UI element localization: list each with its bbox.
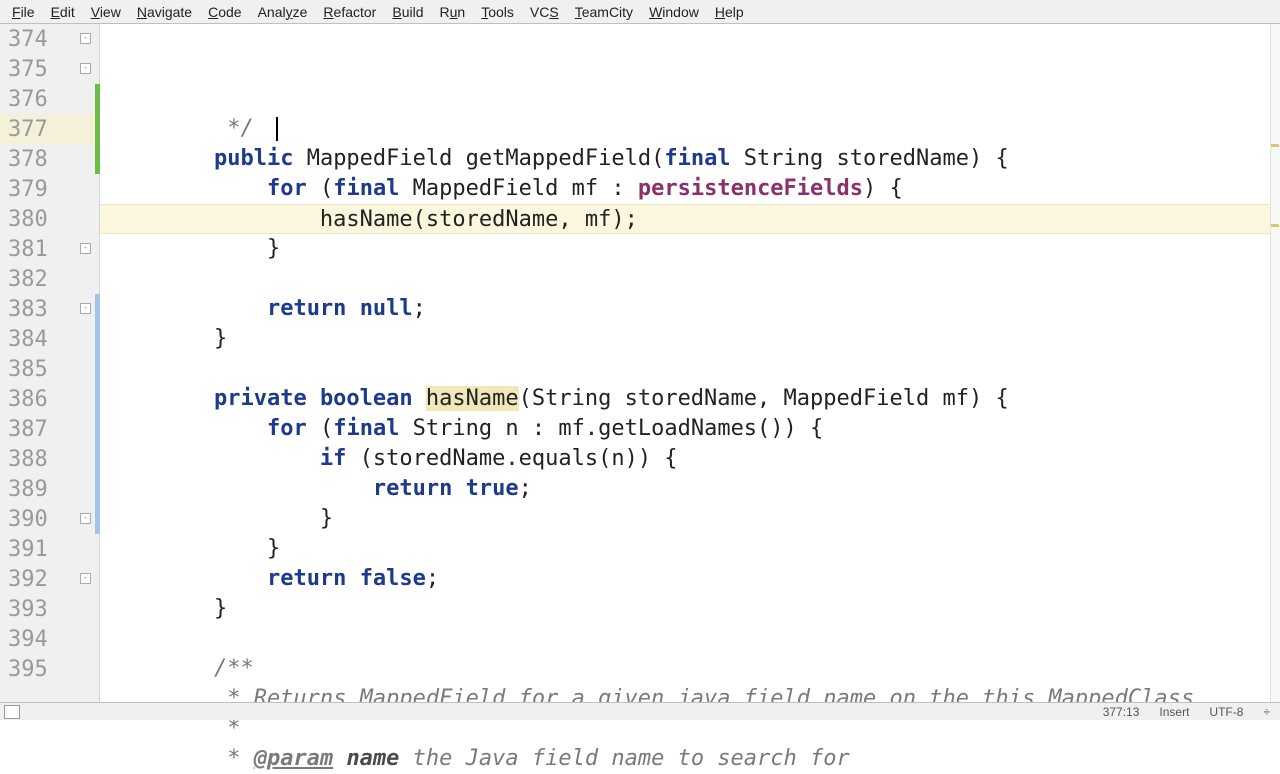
fold-icon[interactable]: - [80,513,91,524]
code-content[interactable]: */ public MappedField getMappedField(fin… [100,24,1280,702]
menu-code[interactable]: Code [200,2,249,22]
code-line[interactable] [100,624,1280,654]
gutter-line[interactable]: 375- [0,54,99,84]
code-line[interactable] [100,264,1280,294]
gutter-line[interactable]: 395 [0,654,99,684]
code-line[interactable]: return true; [100,474,1280,504]
menu-window[interactable]: Window [641,2,707,22]
code-line[interactable]: * @param name the Java field name to sea… [100,744,1280,774]
gutter-line[interactable]: 390- [0,504,99,534]
gutter-line[interactable]: 389 [0,474,99,504]
fold-icon[interactable]: - [80,303,91,314]
code-line[interactable]: } [100,324,1280,354]
gutter-line[interactable]: 384 [0,324,99,354]
gutter: 374-375-376377378379380381-382383-384385… [0,24,100,702]
menu-vcs[interactable]: VCS [522,2,567,22]
menu-refactor[interactable]: Refactor [315,2,384,22]
code-line[interactable]: hasName(storedName, mf); [100,204,1280,234]
gutter-line[interactable]: 393 [0,594,99,624]
code-line[interactable]: } [100,234,1280,264]
code-line[interactable] [100,354,1280,384]
status-insert: Insert [1149,705,1199,719]
code-line[interactable]: } [100,504,1280,534]
menu-bar: FileEditViewNavigateCodeAnalyzeRefactorB… [0,0,1280,24]
gutter-line[interactable]: 392- [0,564,99,594]
gutter-line[interactable]: 376 [0,84,99,114]
code-line[interactable]: private boolean hasName(String storedNam… [100,384,1280,414]
code-line[interactable]: } [100,594,1280,624]
error-stripe[interactable] [1270,24,1280,702]
menu-tools[interactable]: Tools [473,2,522,22]
stripe-marker[interactable] [1271,144,1279,147]
fold-icon[interactable]: - [80,63,91,74]
code-line[interactable]: if (storedName.equals(n)) { [100,444,1280,474]
gutter-line[interactable]: 382 [0,264,99,294]
menu-build[interactable]: Build [384,2,431,22]
code-line[interactable]: for (final String n : mf.getLoadNames())… [100,414,1280,444]
code-line[interactable]: for (final MappedField mf : persistenceF… [100,174,1280,204]
code-line[interactable]: /** [100,654,1280,684]
gutter-line[interactable]: 394 [0,624,99,654]
menu-view[interactable]: View [83,2,129,22]
gutter-line[interactable]: 374- [0,24,99,54]
menu-analyze[interactable]: Analyze [250,2,316,22]
gutter-line[interactable]: 388 [0,444,99,474]
status-position: 377:13 [1093,705,1150,719]
gutter-line[interactable]: 391 [0,534,99,564]
fold-icon[interactable]: - [80,33,91,44]
menu-file[interactable]: File [4,2,43,22]
code-line[interactable]: return false; [100,564,1280,594]
gutter-line[interactable]: 386 [0,384,99,414]
gutter-line[interactable]: 378 [0,144,99,174]
stripe-marker[interactable] [1271,224,1279,227]
code-line[interactable]: } [100,534,1280,564]
gutter-line[interactable]: 385 [0,354,99,384]
fold-icon[interactable]: - [80,573,91,584]
status-bar: 377:13 Insert UTF-8 ÷ [0,702,1280,720]
status-encoding[interactable]: UTF-8 [1199,705,1253,719]
menu-run[interactable]: Run [432,2,474,22]
menu-navigate[interactable]: Navigate [129,2,200,22]
code-line[interactable]: public MappedField getMappedField(final … [100,144,1280,174]
status-sep[interactable]: ÷ [1253,705,1280,719]
menu-help[interactable]: Help [707,2,752,22]
text-caret [276,117,278,141]
gutter-line[interactable]: 379 [0,174,99,204]
fold-icon[interactable]: - [80,243,91,254]
gutter-line[interactable]: 380 [0,204,99,234]
code-line[interactable]: return null; [100,294,1280,324]
gutter-line[interactable]: 387 [0,414,99,444]
tool-window-icon[interactable] [4,705,20,719]
menu-teamcity[interactable]: TeamCity [567,2,641,22]
gutter-line[interactable]: 381- [0,234,99,264]
menu-edit[interactable]: Edit [43,2,83,22]
gutter-line[interactable]: 383- [0,294,99,324]
editor-area[interactable]: 374-375-376377378379380381-382383-384385… [0,24,1280,702]
gutter-line[interactable]: 377 [0,114,99,144]
